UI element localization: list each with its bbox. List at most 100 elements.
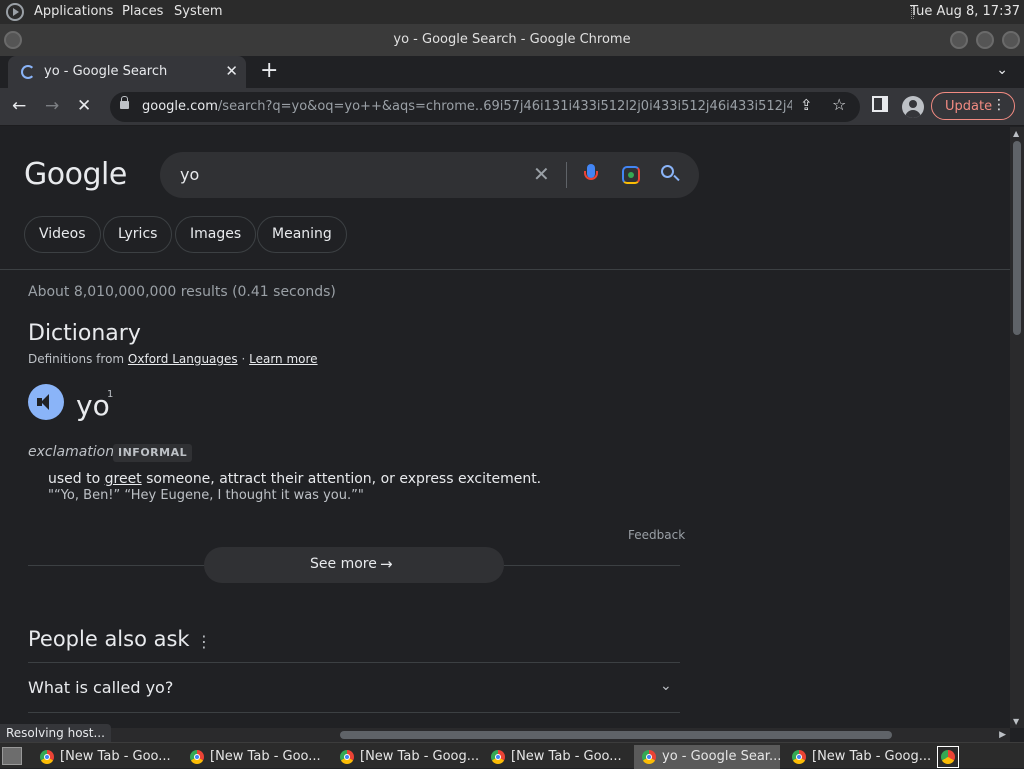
taskbar-item[interactable]: [New Tab - Goog... xyxy=(332,745,478,769)
system-menu[interactable]: System xyxy=(174,4,222,19)
taskbar-item-label: [New Tab - Goo... xyxy=(60,749,171,764)
taskbar-item[interactable]: [New Tab - Goo... xyxy=(182,745,328,769)
chrome-icon xyxy=(642,750,656,764)
tab-yo-google-search[interactable]: yo - Google Search ✕ xyxy=(8,56,246,88)
maximize-icon[interactable] xyxy=(976,31,994,49)
taskbar-item-label: [New Tab - Goo... xyxy=(210,749,321,764)
lock-icon[interactable] xyxy=(120,96,129,109)
chrome-icon xyxy=(340,750,354,764)
tab-close-icon[interactable]: ✕ xyxy=(225,62,238,80)
tray-chrome-icon[interactable] xyxy=(937,746,959,768)
taskbar-item[interactable]: [New Tab - Goo... xyxy=(483,745,629,769)
part-of-speech: exclamation xyxy=(28,444,115,460)
paa-divider xyxy=(28,662,680,663)
taskbar-item-active[interactable]: yo - Google Sear... xyxy=(634,745,780,769)
window-title: yo - Google Search - Google Chrome xyxy=(393,32,631,47)
chrome-icon xyxy=(792,750,806,764)
close-window-icon[interactable] xyxy=(1002,31,1020,49)
arrow-right-icon: → xyxy=(380,555,393,573)
people-also-ask-title: People also ask xyxy=(28,627,190,651)
definition-prefix: used to xyxy=(48,471,105,487)
search-input[interactable]: yo xyxy=(180,165,199,184)
forward-icon[interactable]: → xyxy=(45,96,59,116)
chip-meaning[interactable]: Meaning xyxy=(257,216,347,253)
address-bar[interactable]: google.com/search?q=yo&oq=yo++&aqs=chrom… xyxy=(110,92,860,122)
page-content: Google yo ✕ Videos Lyrics Images Meaning… xyxy=(0,127,1010,725)
window-titlebar[interactable]: yo - Google Search - Google Chrome xyxy=(0,24,1024,56)
more-menu-icon[interactable]: ⋮ xyxy=(992,97,1006,113)
learn-more-link[interactable]: Learn more xyxy=(249,352,317,366)
new-tab-icon[interactable]: + xyxy=(260,58,278,83)
see-more-label: See more xyxy=(310,556,377,572)
top-panel: Applications Places System Tue Aug 8, 17… xyxy=(0,0,1024,24)
voice-search-base xyxy=(584,171,598,180)
source-separator: · xyxy=(237,352,250,366)
scroll-down-icon[interactable]: ▼ xyxy=(1013,717,1019,726)
vertical-scrollbar[interactable]: ▲ ▼ xyxy=(1010,127,1024,728)
taskbar-item-label: [New Tab - Goog... xyxy=(360,749,478,764)
search-divider xyxy=(566,162,567,188)
definitions-prefix: Definitions from xyxy=(28,352,128,366)
register-badge: INFORMAL xyxy=(113,444,193,462)
update-label: Update xyxy=(945,99,993,114)
status-bubble: Resolving host... xyxy=(0,724,111,742)
update-button[interactable]: Update ⋮ xyxy=(931,92,1015,120)
paa-question[interactable]: What is called yo? xyxy=(28,678,173,697)
taskbar-item-label: [New Tab - Goo... xyxy=(511,749,622,764)
pronunciation-speaker-icon[interactable] xyxy=(28,384,64,420)
minimize-icon[interactable] xyxy=(950,31,968,49)
scroll-right-icon[interactable]: ▶ xyxy=(999,730,1006,740)
paa-divider-bottom xyxy=(28,712,680,713)
chrome-icon xyxy=(190,750,204,764)
clock[interactable]: Tue Aug 8, 17:37 xyxy=(910,4,1020,19)
chip-images[interactable]: Images xyxy=(175,216,257,253)
places-menu[interactable]: Places xyxy=(122,4,163,19)
side-panel-icon[interactable] xyxy=(872,96,888,112)
chrome-icon xyxy=(941,750,955,764)
greet-link[interactable]: greet xyxy=(105,471,142,487)
lens-search-icon[interactable] xyxy=(622,166,640,184)
dictionary-title: Dictionary xyxy=(28,321,141,346)
tab-title: yo - Google Search xyxy=(44,64,168,79)
horizontal-scroll-thumb[interactable] xyxy=(340,731,892,739)
taskbar-item[interactable]: [New Tab - Goog... xyxy=(784,745,930,769)
search-box[interactable]: yo ✕ xyxy=(160,152,699,198)
taskbar-item-label: [New Tab - Goog... xyxy=(812,749,930,764)
dictionary-word: yo xyxy=(76,389,110,422)
applications-menu[interactable]: Applications xyxy=(34,4,113,19)
word-superscript: 1 xyxy=(107,389,114,400)
distro-logo-icon[interactable] xyxy=(6,3,24,21)
chip-videos[interactable]: Videos xyxy=(24,216,101,253)
result-stats: About 8,010,000,000 results (0.41 second… xyxy=(28,284,336,300)
back-icon[interactable]: ← xyxy=(12,96,26,116)
tab-search-chevron-icon[interactable]: ⌄ xyxy=(996,62,1008,78)
see-more-button[interactable]: See more → xyxy=(204,547,504,583)
tab-strip: yo - Google Search ✕ + ⌄ xyxy=(0,56,1024,88)
horizontal-scrollbar[interactable]: ▶ xyxy=(0,728,1010,742)
search-icon[interactable] xyxy=(661,165,674,178)
chip-lyrics[interactable]: Lyrics xyxy=(103,216,173,253)
taskbar: [New Tab - Goo... [New Tab - Goo... [New… xyxy=(0,742,1024,769)
profile-avatar-icon[interactable] xyxy=(902,96,924,118)
vertical-scroll-thumb[interactable] xyxy=(1013,141,1021,335)
bookmark-star-icon[interactable]: ☆ xyxy=(832,95,846,114)
browser-toolbar: ← → ✕ google.com/search?q=yo&oq=yo++&aqs… xyxy=(0,88,1024,126)
google-logo[interactable]: Google xyxy=(24,157,127,192)
loading-spinner-icon xyxy=(21,65,35,79)
clear-search-icon[interactable]: ✕ xyxy=(533,162,550,186)
chevron-down-icon[interactable]: ⌄ xyxy=(660,678,672,694)
taskbar-item-label: yo - Google Sear... xyxy=(662,749,780,764)
stop-loading-icon[interactable]: ✕ xyxy=(77,96,91,116)
chrome-icon xyxy=(491,750,505,764)
scroll-up-icon[interactable]: ▲ xyxy=(1013,129,1019,138)
definition-suffix: someone, attract their attention, or exp… xyxy=(141,471,542,487)
url-text[interactable]: google.com/search?q=yo&oq=yo++&aqs=chrom… xyxy=(142,99,792,114)
oxford-languages-link[interactable]: Oxford Languages xyxy=(128,352,238,366)
share-icon[interactable]: ⇪ xyxy=(800,96,813,114)
taskbar-item[interactable]: [New Tab - Goo... xyxy=(32,745,178,769)
feedback-link[interactable]: Feedback xyxy=(628,528,685,542)
more-options-icon[interactable]: ⋮ xyxy=(196,632,212,651)
show-desktop-icon[interactable] xyxy=(2,747,22,765)
definition-text: used to greet someone, attract their att… xyxy=(48,471,541,487)
results-divider xyxy=(0,269,1010,270)
